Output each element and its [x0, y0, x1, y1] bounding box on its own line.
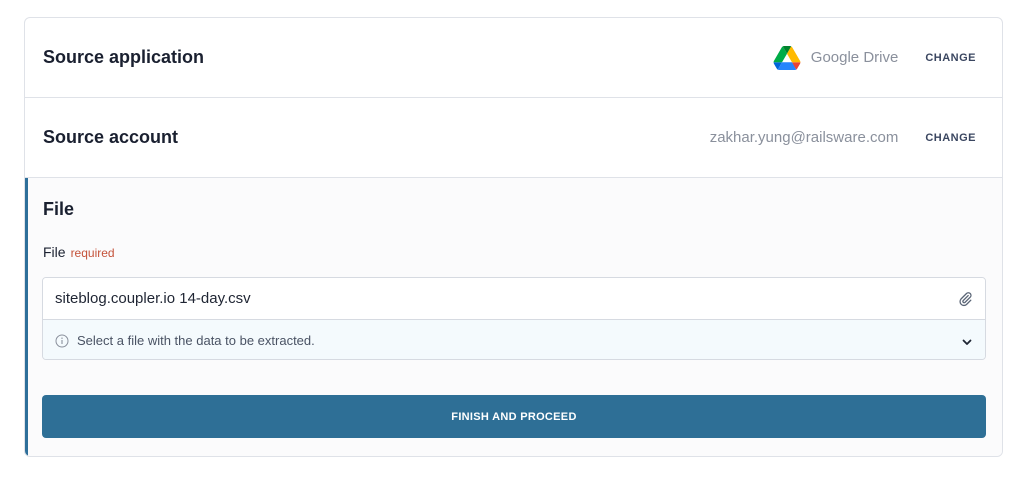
chevron-down-icon	[961, 335, 973, 347]
source-application-title: Source application	[43, 47, 205, 67]
change-account-button[interactable]: CHANGE	[925, 132, 976, 144]
google-drive-icon	[773, 45, 801, 70]
file-hint-text: Select a file with the data to be extrac…	[77, 333, 315, 348]
source-account-row: Source account zakhar.yung@railsware.com…	[25, 98, 1002, 178]
file-section-title: File	[43, 199, 75, 219]
info-icon	[55, 334, 69, 348]
file-input[interactable]	[43, 278, 985, 320]
source-account-title: Source account	[43, 127, 179, 147]
finish-and-proceed-button[interactable]: FINISH AND PROCEED	[42, 395, 986, 438]
required-indicator: required	[70, 246, 115, 260]
source-application-value: Google Drive	[810, 49, 899, 66]
file-field-label: File required	[43, 244, 115, 260]
source-account-summary: zakhar.yung@railsware.com CHANGE	[700, 129, 976, 146]
file-field-label-text: File	[43, 244, 66, 260]
file-picker: Select a file with the data to be extrac…	[42, 277, 986, 360]
source-application-row: Source application Google Drive CHANGE	[25, 18, 1002, 98]
paperclip-icon[interactable]	[957, 291, 973, 307]
source-application-summary: Google Drive CHANGE	[773, 45, 976, 70]
source-setup-card: Source application Google Drive CHANGE S…	[24, 17, 1003, 457]
change-application-button[interactable]: CHANGE	[925, 52, 976, 64]
file-hint-toggle[interactable]: Select a file with the data to be extrac…	[43, 320, 985, 359]
source-account-value: zakhar.yung@railsware.com	[709, 129, 899, 146]
file-section: File Filerequired Select a file wi	[25, 178, 1002, 456]
